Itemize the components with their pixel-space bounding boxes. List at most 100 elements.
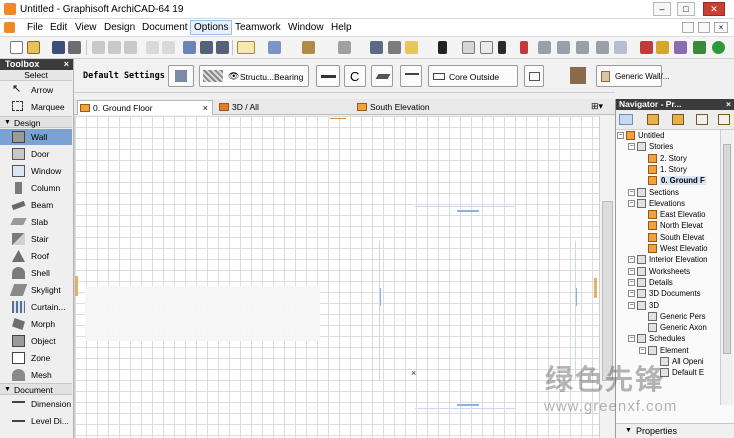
split-icon[interactable] [388, 41, 401, 54]
view-map-icon[interactable] [647, 114, 659, 125]
maximize-button[interactable]: □ [677, 2, 695, 16]
copy-icon[interactable] [108, 41, 121, 54]
menu-edit[interactable]: Edit [50, 22, 67, 33]
new-file-icon[interactable] [10, 41, 23, 54]
doc-minimize-icon[interactable] [682, 22, 694, 33]
tool-level-dimension[interactable]: Level Di... [0, 413, 72, 429]
tree-expand-toggle-icon[interactable]: − [628, 301, 635, 309]
tool-door[interactable]: Door [0, 146, 72, 162]
minimize-button[interactable]: – [653, 2, 671, 16]
app-menu-icon[interactable] [4, 22, 15, 33]
project-map-icon[interactable] [619, 114, 633, 125]
tab-close-icon[interactable]: × [203, 103, 208, 113]
3d-view-icon[interactable] [640, 41, 653, 54]
tab-3d-all[interactable]: 3D / All [217, 100, 337, 115]
section-marker-icon[interactable] [480, 41, 493, 54]
tree-expand-toggle-icon[interactable]: − [628, 335, 635, 343]
menu-teamwork[interactable]: Teamwork [235, 22, 281, 33]
undo-icon[interactable] [146, 41, 159, 54]
offset-icon[interactable] [576, 41, 589, 54]
close-button[interactable]: ✕ [703, 2, 725, 16]
tab-ground-floor[interactable]: 0. Ground Floor × [77, 100, 213, 115]
tree-expand-toggle-icon[interactable]: − [628, 199, 635, 207]
pick-up-parameters-icon[interactable] [200, 41, 213, 54]
tab-list-icon[interactable]: ⊞▾ [591, 101, 609, 113]
tool-marquee[interactable]: Marquee [0, 99, 72, 115]
tab-south-elevation[interactable]: South Elevation [355, 100, 495, 115]
tree-expand-toggle-icon[interactable]: − [628, 278, 635, 286]
navigator-close-icon[interactable]: × [726, 99, 731, 110]
tool-skylight[interactable]: Skylight [0, 282, 72, 298]
settings-button[interactable] [168, 65, 194, 87]
cut-icon[interactable] [92, 41, 105, 54]
publisher-sets-icon[interactable] [696, 114, 708, 125]
layout-book-icon[interactable] [672, 114, 684, 125]
wall-geometry-button[interactable] [316, 65, 340, 87]
properties-panel-header[interactable]: ▼ Properties [616, 423, 734, 438]
mirror-icon[interactable] [596, 41, 609, 54]
tree-expand-toggle-icon[interactable]: − [617, 132, 624, 139]
floor-plan-canvas[interactable]: × [74, 116, 599, 438]
menu-options[interactable]: Options [190, 20, 233, 35]
save-icon[interactable] [52, 41, 65, 54]
tool-dimension[interactable]: Dimension [0, 396, 72, 412]
tool-morph[interactable]: Morph [0, 316, 72, 332]
reference-line-button[interactable] [400, 65, 422, 87]
menu-document[interactable]: Document [142, 22, 188, 33]
materials-icon[interactable] [674, 41, 687, 54]
snap-guides-icon[interactable] [302, 41, 315, 54]
inject-parameters-icon[interactable] [216, 41, 229, 54]
structure-dropdown[interactable]: 👁 Structu...Bearing [199, 65, 309, 87]
tree-expand-toggle-icon[interactable]: − [628, 188, 635, 196]
gravity-icon[interactable] [268, 41, 281, 54]
arrow-tool-dropdown-icon[interactable] [237, 41, 255, 54]
menu-file[interactable]: File [27, 22, 43, 33]
find-select-icon[interactable] [183, 41, 196, 54]
tool-arrow[interactable]: ↖ Arrow [0, 82, 72, 98]
grid-snap-icon[interactable] [338, 41, 351, 54]
tool-column[interactable]: Column [0, 180, 72, 196]
tool-object[interactable]: Object [0, 333, 72, 349]
curved-wall-button[interactable]: C [344, 65, 366, 87]
tool-stair[interactable]: Stair [0, 231, 72, 247]
tool-slab[interactable]: Slab [0, 214, 72, 230]
tree-expand-toggle-icon[interactable]: − [628, 143, 635, 151]
tree-expand-toggle-icon[interactable]: − [628, 290, 635, 298]
rotate-icon[interactable] [614, 41, 627, 54]
tool-shell[interactable]: Shell [0, 265, 72, 281]
tree-expand-toggle-icon[interactable]: − [628, 267, 635, 275]
align-icon[interactable] [538, 41, 551, 54]
tool-window[interactable]: Window [0, 163, 72, 179]
tool-zone[interactable]: Zone [0, 350, 72, 366]
slanted-wall-button[interactable] [371, 65, 393, 87]
menu-help[interactable]: Help [331, 22, 352, 33]
distribute-icon[interactable] [557, 41, 570, 54]
paste-icon[interactable] [124, 41, 137, 54]
tool-roof[interactable]: Roof [0, 248, 72, 264]
scrollbar-thumb[interactable] [723, 144, 731, 354]
tool-beam[interactable]: Beam [0, 197, 72, 213]
reference-line-dropdown[interactable]: Core Outside [428, 65, 518, 87]
navigator-options-icon[interactable] [718, 114, 730, 125]
close-poly-icon[interactable] [498, 41, 506, 54]
tool-wall[interactable]: Wall [0, 129, 72, 145]
tree-expand-toggle-icon[interactable]: − [628, 256, 635, 264]
print-icon[interactable] [68, 41, 81, 54]
navigator-scrollbar[interactable] [720, 130, 733, 405]
layer-toggle-icon[interactable] [462, 41, 475, 54]
teamwork-icon[interactable] [712, 41, 725, 54]
wall-segment-top[interactable] [457, 210, 479, 212]
toolbox-close-icon[interactable]: × [64, 59, 69, 70]
wall-segment-bottom[interactable] [457, 404, 479, 406]
trim-icon[interactable] [370, 41, 383, 54]
tree-expand-toggle-icon[interactable]: − [639, 346, 646, 354]
composite-dropdown[interactable]: Generic Wall/... [596, 65, 669, 87]
red-arrow-icon[interactable] [520, 41, 528, 54]
tool-mesh[interactable]: Mesh [0, 367, 72, 383]
design-section-header[interactable]: ▼ Design [0, 116, 72, 128]
scrollbar-thumb[interactable] [602, 201, 613, 381]
redo-icon[interactable] [162, 41, 175, 54]
doc-restore-icon[interactable] [698, 22, 710, 33]
navigator-toggle-icon[interactable] [693, 41, 706, 54]
render-icon[interactable] [656, 41, 669, 54]
